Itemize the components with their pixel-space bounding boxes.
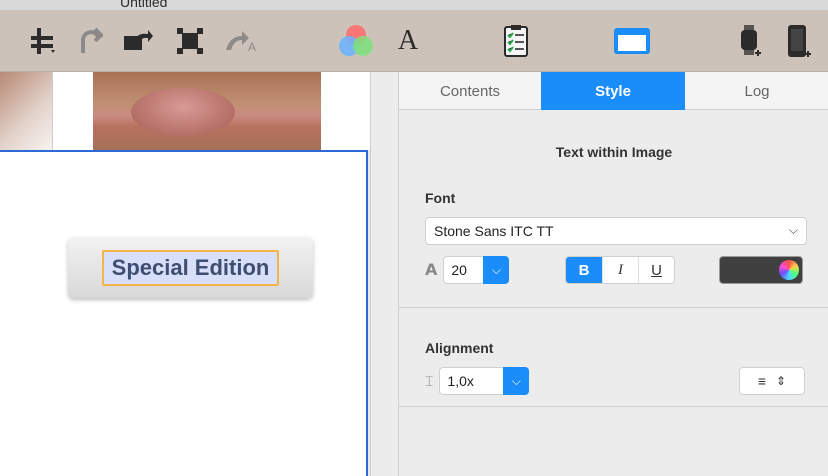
section-divider [399,307,828,308]
app-window: Untitled A A Special Edition Contents St… [0,0,828,476]
font-size-row: 𝗔 20 ⌵ [425,256,510,284]
color-picker-icon[interactable] [336,24,376,58]
section-divider-bottom [399,406,828,407]
line-spacing-field[interactable]: 1,0x [439,367,504,395]
image-strip [0,72,370,150]
section-title: Text within Image [555,144,673,160]
line-spacing-dropdown-button[interactable]: ⌵ [503,367,530,395]
text-path-icon[interactable]: A [220,24,264,58]
font-size-field[interactable]: 20 [443,256,484,284]
toolbar: A A [0,10,828,72]
tab-log[interactable]: Log [685,72,828,110]
guides-icon[interactable] [26,24,62,58]
font-size-dropdown-button[interactable]: ⌵ [483,256,510,284]
panel-divider[interactable] [370,72,400,476]
phone-add-icon[interactable] [782,24,816,58]
font-icon[interactable]: A [392,24,424,58]
inspector-panel-icon[interactable] [610,24,654,58]
alignment-label: Alignment [425,340,494,356]
line-spacing-row: ⌶ 1,0x ⌵ [425,367,530,395]
inspector-panel: Contents Style Log Text within Image Fon… [398,72,828,476]
tab-style[interactable]: Style [541,72,685,110]
color-wheel-icon[interactable] [779,260,799,280]
line-spacing-icon: ⌶ [425,372,434,389]
document-title: Untitled [120,0,168,10]
canvas-area[interactable]: Special Edition [0,72,400,476]
special-edition-badge[interactable]: Special Edition [68,237,313,298]
text-style-controls: B I U [565,256,675,284]
tab-contents[interactable]: Contents [399,72,541,110]
title-bar: Untitled [0,0,828,10]
inspector-tabs: Contents Style Log [399,72,828,110]
checklist-icon[interactable] [500,24,532,58]
text-alignment-select[interactable]: ≡ ⇕ [739,367,805,395]
redo-icon[interactable] [120,24,156,58]
text-style-segmented: B I U [565,256,675,284]
italic-button[interactable]: I [602,257,638,283]
chevron-down-icon: ⌵ [788,223,798,237]
font-family-select[interactable]: Stone Sans ITC TT ⌵ [425,217,807,245]
page-canvas[interactable]: Special Edition [0,150,368,476]
watch-add-icon[interactable] [734,24,766,58]
image-thumbnail-lips[interactable] [93,72,321,150]
underline-button[interactable]: U [638,257,674,283]
font-label: Font [425,190,456,206]
bold-button[interactable]: B [566,257,602,283]
badge-text[interactable]: Special Edition [101,249,280,286]
crop-icon[interactable] [172,24,208,58]
image-thumbnail-left[interactable] [0,72,53,150]
undo-icon[interactable] [74,24,106,58]
font-color-well[interactable] [719,256,803,284]
font-size-icon: 𝗔 [425,262,438,279]
lips-image [131,88,235,136]
align-center-icon: ≡ [757,373,767,389]
stepper-arrows-icon: ⇕ [776,374,787,388]
svg-text:A: A [248,40,256,54]
font-family-value: Stone Sans ITC TT [434,223,554,239]
